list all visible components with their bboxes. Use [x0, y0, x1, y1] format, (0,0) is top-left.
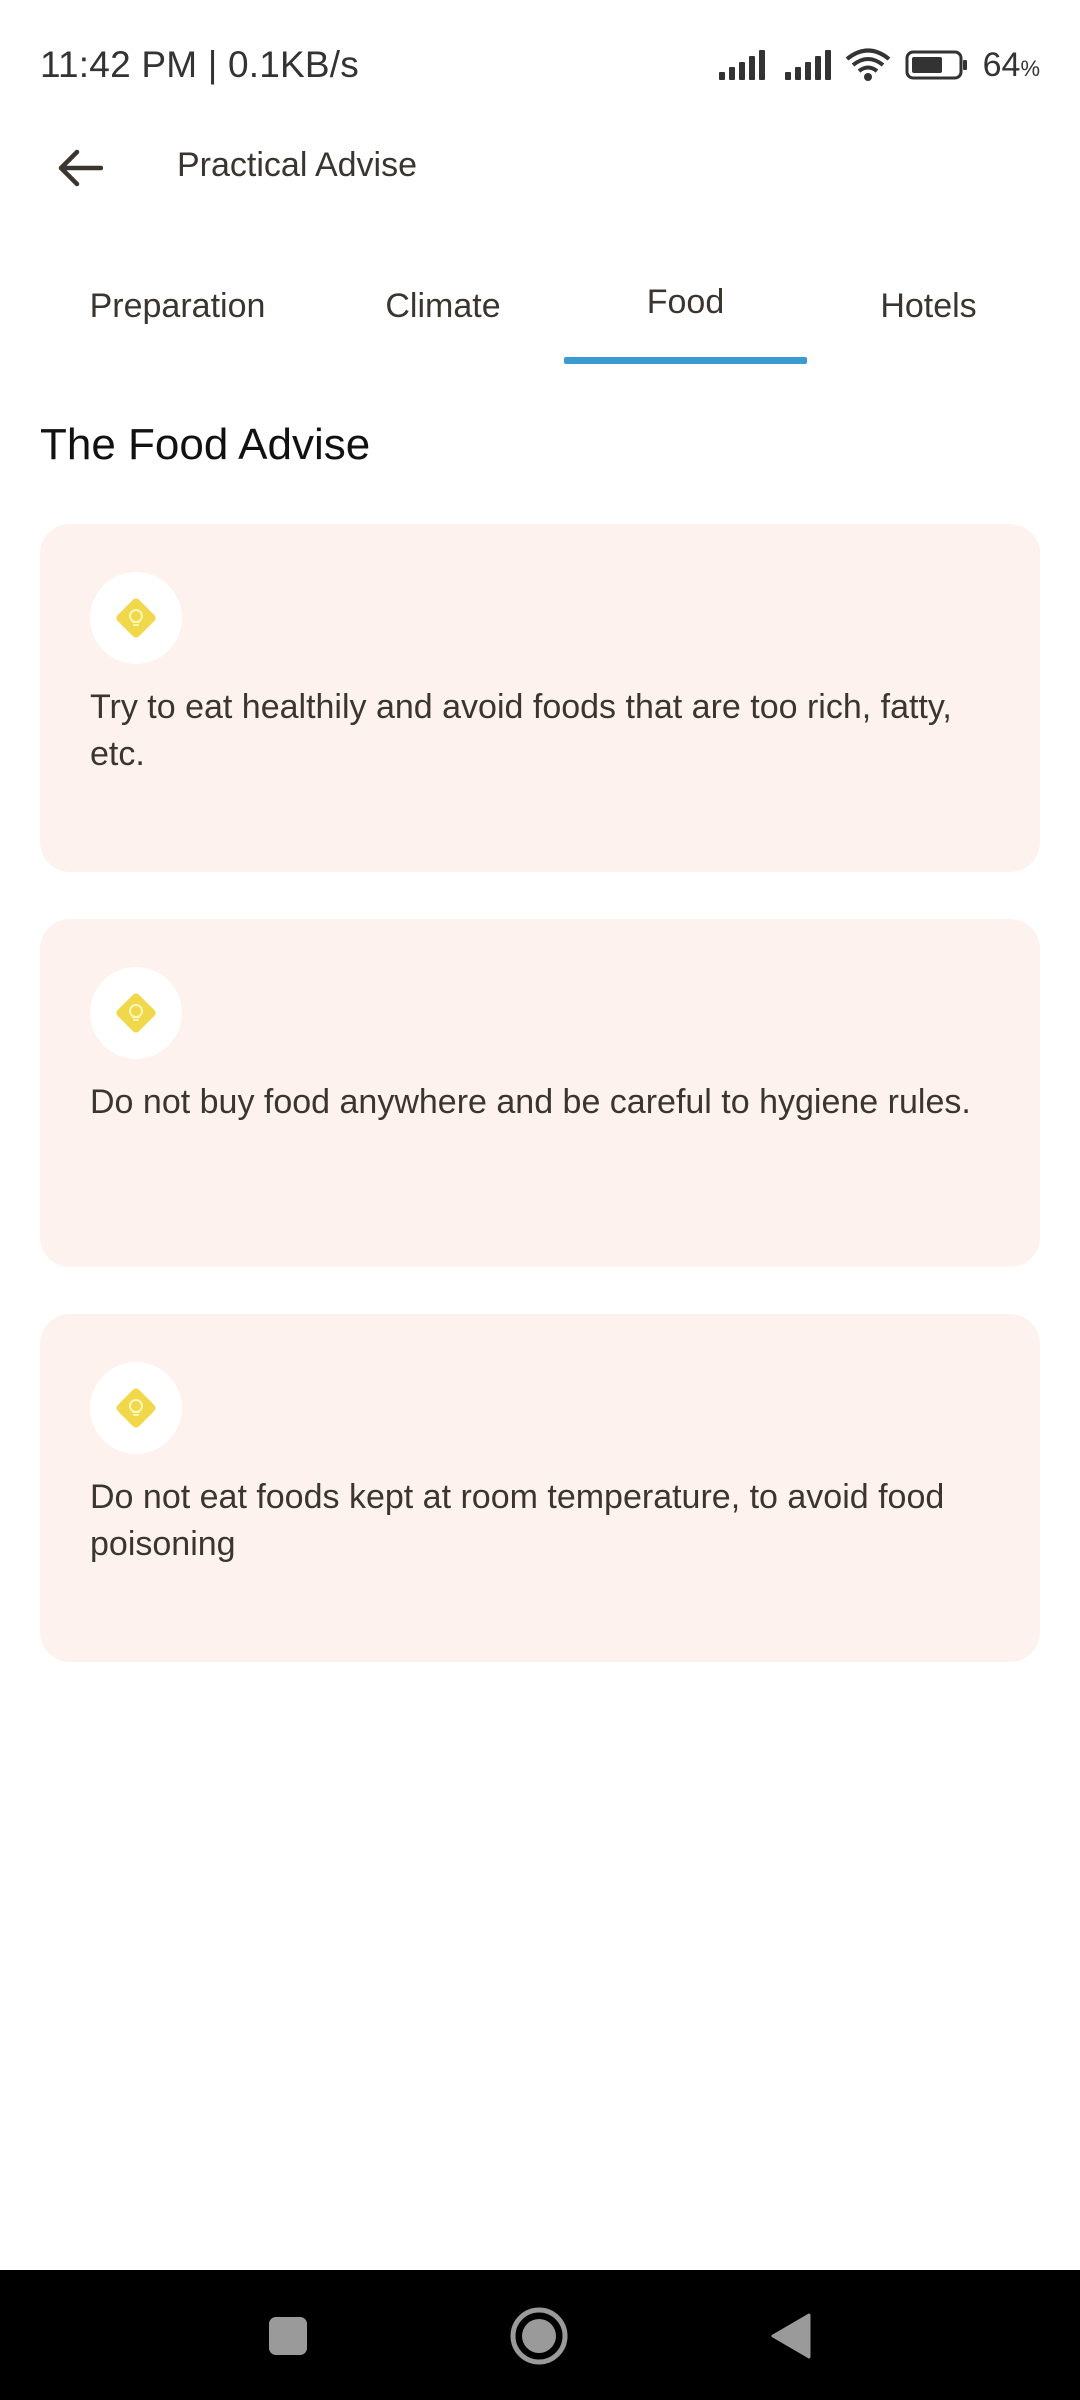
square-icon: [269, 2317, 307, 2355]
card-text: Try to eat healthily and avoid foods tha…: [90, 688, 952, 773]
tab-food[interactable]: Food: [564, 240, 807, 364]
card-icon-container: [90, 967, 182, 1059]
triangle-back-icon: [771, 2313, 811, 2359]
home-button[interactable]: [503, 2300, 575, 2372]
back-nav-button[interactable]: [754, 2300, 826, 2372]
signal-icon-2: [784, 50, 831, 80]
tab-climate[interactable]: Climate: [318, 240, 568, 364]
system-nav-bar: [0, 2270, 1080, 2400]
advice-card: Try to eat healthily and avoid foods tha…: [40, 524, 1040, 872]
status-bar: 11:42 PM | 0.1KB/s 64%: [0, 0, 1080, 130]
tab-label: Preparation: [89, 286, 266, 325]
status-icons: 64%: [718, 45, 1040, 85]
wifi-icon: [845, 48, 891, 82]
card-icon-container: [90, 1362, 182, 1454]
recents-button[interactable]: [252, 2300, 324, 2372]
battery-level: 64%: [982, 45, 1040, 84]
active-tab-indicator: [564, 357, 807, 364]
lightbulb-icon: [116, 993, 156, 1033]
card-text: Do not eat foods kept at room temperatur…: [90, 1478, 945, 1563]
battery-icon: [905, 49, 969, 81]
arrow-left-icon: [58, 149, 103, 187]
tab-preparation[interactable]: Preparation: [50, 240, 305, 364]
card-icon-container: [90, 572, 182, 664]
tab-label: Food: [646, 282, 725, 321]
card-text: Do not buy food anywhere and be careful …: [90, 1083, 971, 1121]
home-circle-icon: [510, 2307, 568, 2365]
advice-card: Do not buy food anywhere and be careful …: [40, 919, 1040, 1267]
page-title: Practical Advise: [177, 146, 417, 184]
tab-bar: Preparation Climate Food Hotels: [0, 240, 1080, 364]
lightbulb-icon: [116, 598, 156, 638]
signal-icon: [718, 50, 765, 80]
section-title: The Food Advise: [40, 420, 371, 469]
advice-card: Do not eat foods kept at room temperatur…: [40, 1314, 1040, 1662]
tab-hotels[interactable]: Hotels: [807, 240, 1050, 364]
tab-label: Hotels: [880, 286, 977, 325]
status-time-speed: 11:42 PM | 0.1KB/s: [40, 44, 359, 85]
back-button[interactable]: [50, 138, 110, 198]
tab-label: Climate: [385, 286, 501, 325]
lightbulb-icon: [116, 1388, 156, 1428]
screen: 11:42 PM | 0.1KB/s 64% Practical Advise …: [0, 0, 1080, 2400]
